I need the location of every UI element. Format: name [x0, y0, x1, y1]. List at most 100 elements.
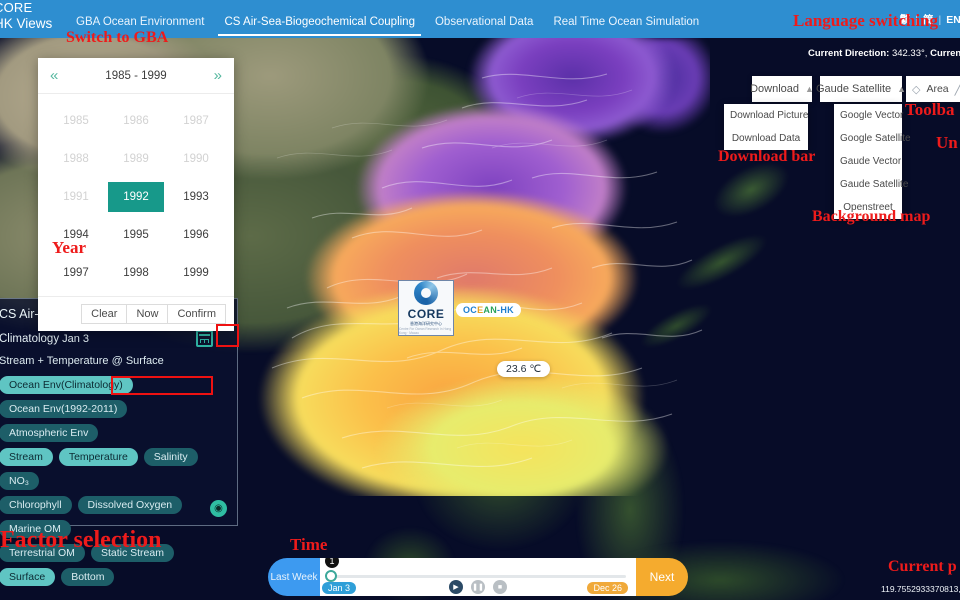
time-slider-track[interactable]: 1 Jan 3 Dec 26 ▶ ❚❚ ■: [320, 558, 636, 596]
download-button[interactable]: Download ▲: [750, 76, 814, 102]
core-logo-marker: CORE 香港海洋研究中心 Centre For Ocean Research …: [398, 280, 454, 336]
tag-marine-om[interactable]: Marine OM: [0, 520, 71, 538]
download-button-label: Download: [750, 83, 799, 95]
download-menu: Download Picture Download Data: [724, 104, 808, 150]
tag-dissolved-oxygen[interactable]: Dissolved Oxygen: [77, 496, 183, 514]
year-cell[interactable]: 1998: [108, 258, 164, 288]
year-cell[interactable]: 1996: [168, 220, 224, 250]
lang-option-traditional-chinese[interactable]: 繁: [900, 12, 911, 27]
brand-line-hkviews: HK Views: [0, 16, 53, 32]
area-tool-label[interactable]: Area: [926, 83, 948, 95]
core-logo-english: Centre For Ocean Research In Hong Kong ·…: [399, 327, 452, 335]
ocean-hk-part-3: AN: [483, 305, 498, 315]
factor-panel-description: Stream + Temperature @ Surface: [0, 355, 164, 367]
stop-icon[interactable]: ■: [493, 580, 507, 594]
confirm-button[interactable]: Confirm: [167, 304, 226, 324]
menu-item-google-vector[interactable]: Google Vector: [834, 104, 903, 127]
menu-item-google-satellite[interactable]: Google Satellite: [834, 127, 911, 150]
lang-option-english[interactable]: ENG: [946, 14, 960, 26]
tag-static-stream[interactable]: Static Stream: [90, 544, 174, 562]
chevron-up-icon: ▲: [897, 84, 907, 94]
main-navigation: GBA Ocean Environment CS Air-Sea-Biogeoc…: [66, 0, 709, 38]
core-logo-text: CORE: [407, 307, 445, 321]
ocean-hk-part-1: OC: [463, 305, 478, 315]
prev-decade-icon[interactable]: «: [50, 67, 58, 84]
nav-item-gba-ocean-environment[interactable]: GBA Ocean Environment: [66, 0, 214, 38]
menu-item-download-picture[interactable]: Download Picture: [724, 104, 808, 127]
core-emblem-icon: [414, 281, 438, 305]
year-cell[interactable]: 1987: [168, 106, 224, 136]
variable-tag-row-3: Terrestrial OM Static Stream: [0, 544, 227, 562]
sst-data-overlay: [232, 38, 710, 496]
variable-tag-row-1: Stream Temperature Salinity NO₃: [0, 448, 227, 490]
now-button[interactable]: Now: [126, 304, 169, 324]
tag-terrestrial-om[interactable]: Terrestrial OM: [0, 544, 85, 562]
brand-logo[interactable]: CORE HK Views: [0, 0, 74, 38]
tag-temperature[interactable]: Temperature: [58, 448, 138, 466]
year-cell[interactable]: 1988: [48, 144, 104, 174]
factor-panel-subtitle: Climatology Jan 3: [0, 333, 89, 345]
tag-chlorophyll[interactable]: Chlorophyll: [0, 496, 72, 514]
year-cell-selected[interactable]: 1992: [108, 182, 164, 212]
year-cell[interactable]: 1985: [48, 106, 104, 136]
basemap-selector-button[interactable]: Gaude Satellite ▲: [816, 76, 906, 102]
tag-salinity[interactable]: Salinity: [143, 448, 198, 466]
clear-button[interactable]: Clear: [81, 304, 128, 324]
year-cell[interactable]: 1997: [48, 258, 104, 288]
current-info-bar: Current Direction: 342.33°, Current: [808, 48, 960, 63]
basemap-menu: Google Vector Google Satellite Gaude Vec…: [834, 104, 911, 219]
next-decade-icon[interactable]: »: [214, 67, 222, 84]
menu-item-download-data[interactable]: Download Data: [724, 127, 808, 150]
play-icon[interactable]: ▶: [449, 580, 463, 594]
depth-tag-row: Surface Bottom: [0, 568, 227, 586]
basemap-button-label: Gaude Satellite: [815, 83, 892, 95]
year-cell[interactable]: 1989: [108, 144, 164, 174]
menu-item-gaude-vector[interactable]: Gaude Vector: [834, 150, 902, 173]
tag-atmospheric-env[interactable]: Atmospheric Env: [0, 424, 99, 442]
language-switcher: 繁 | 简 | ENG Co: [900, 12, 960, 27]
year-cell[interactable]: 1993: [168, 182, 224, 212]
year-picker-footer: Clear Now Confirm: [38, 296, 234, 331]
tag-ocean-env-climatology[interactable]: Ocean Env(Climatology): [0, 376, 133, 394]
pause-icon[interactable]: ❚❚: [471, 580, 485, 594]
tag-stream[interactable]: Stream: [0, 448, 53, 466]
nav-item-real-time-ocean-simulation[interactable]: Real Time Ocean Simulation: [543, 0, 709, 38]
year-cell[interactable]: 1986: [108, 106, 164, 136]
year-cell[interactable]: 1990: [168, 144, 224, 174]
current-direction-label: Current Direction:: [808, 48, 890, 59]
current-direction-value: 342.33°,: [891, 48, 928, 59]
lang-option-simplified-chinese[interactable]: 简: [923, 12, 934, 27]
current-streamlines: [271, 73, 703, 469]
ruler-icon[interactable]: ╱: [955, 83, 960, 96]
tag-surface[interactable]: Surface: [0, 568, 56, 586]
year-cell[interactable]: 1999: [168, 258, 224, 288]
app-header: CORE HK Views GBA Ocean Environment CS A…: [0, 0, 960, 38]
globe-icon[interactable]: ◉: [210, 500, 227, 517]
lang-separator-1: |: [915, 13, 918, 26]
subtitle-dataset: Climatology: [0, 332, 60, 345]
last-week-button[interactable]: Last Week: [268, 558, 320, 596]
tag-ocean-env-1992-2011[interactable]: Ocean Env(1992-2011): [0, 400, 128, 418]
tag-bottom[interactable]: Bottom: [61, 568, 115, 586]
year-cell[interactable]: 1995: [108, 220, 164, 250]
measure-toolbar: ◇ Area ╱: [906, 76, 960, 102]
current-speed-label: Current: [930, 48, 960, 59]
coordinate-readout: 119.7552933370813,20.10: [881, 584, 960, 594]
year-cell[interactable]: 1994: [48, 220, 104, 250]
calendar-icon[interactable]: [196, 330, 213, 347]
menu-item-openstreet[interactable]: Openstreet: [834, 196, 902, 219]
time-slider-handle[interactable]: [325, 570, 337, 582]
year-picker-panel[interactable]: « 1985 - 1999 » 1985 1986 1987 1988 1989…: [38, 58, 234, 331]
lang-separator-2: |: [938, 13, 942, 26]
time-start-label: Jan 3: [322, 582, 357, 594]
time-slider-rail: [330, 575, 626, 578]
tag-no3[interactable]: NO₃: [0, 472, 40, 490]
nav-item-cs-air-sea-biogeochemical-coupling[interactable]: CS Air-Sea-Biogeochemical Coupling: [214, 0, 425, 38]
next-button[interactable]: Next: [636, 558, 688, 596]
dataset-tag-row: Ocean Env(Climatology) Ocean Env(1992-20…: [0, 376, 227, 418]
nav-item-observational-data[interactable]: Observational Data: [425, 0, 543, 38]
area-measure-icon[interactable]: ◇: [912, 83, 920, 96]
year-cell[interactable]: 1991: [48, 182, 104, 212]
menu-item-gaude-satellite[interactable]: Gaude Satellite: [834, 173, 908, 196]
time-end-label: Dec 26: [587, 582, 628, 594]
